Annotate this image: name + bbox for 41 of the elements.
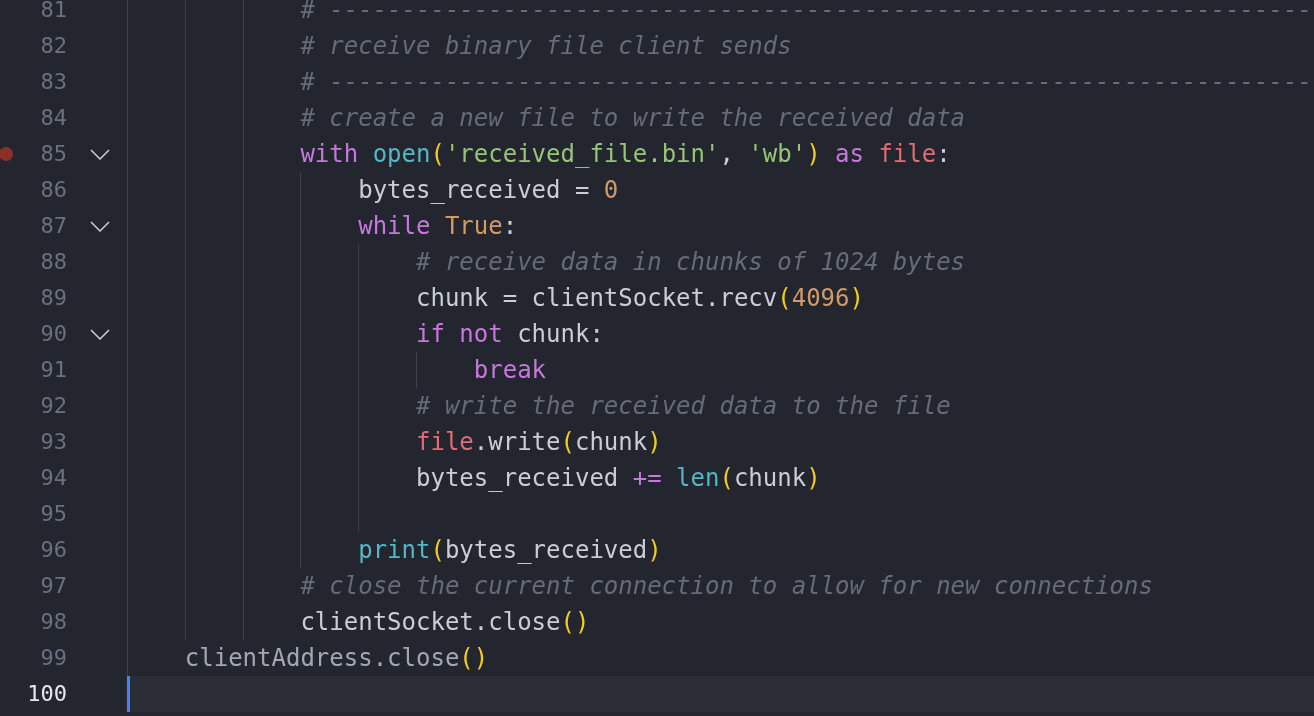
code-line: # create a new file to write the received data — [300, 103, 966, 134]
code-line: # close the current connection to allow for new connections — [300, 571, 1153, 602]
line-number: 97 — [39, 572, 67, 600]
line-number: 91 — [39, 356, 67, 384]
code-line: file.write(chunk) — [416, 427, 662, 458]
code-line: if not chunk: — [416, 319, 604, 350]
chevron-down-icon[interactable] — [90, 328, 110, 340]
code-line: with open('received_file.bin', 'wb') as file: — [300, 139, 951, 170]
line-number: 99 — [39, 644, 67, 672]
code-line: # -------------------------------------------------------------------- — [300, 67, 1312, 98]
line-number: 85 — [39, 140, 67, 168]
line-number: 100 — [26, 680, 67, 708]
line-number: 90 — [39, 320, 67, 348]
code-line: # write the received data to the file — [416, 391, 951, 422]
line-number: 94 — [39, 464, 67, 492]
code-line: # -------------------------------------------------------------------- — [300, 0, 1312, 26]
line-number: 84 — [39, 104, 67, 132]
chevron-down-icon[interactable] — [90, 148, 110, 160]
line-number: 81 — [39, 0, 67, 24]
code-line: print(bytes_received) — [358, 535, 662, 566]
code-line: # receive binary file client sends — [300, 31, 792, 62]
code-line: bytes_received = 0 — [358, 175, 619, 206]
line-number: 86 — [39, 176, 67, 204]
code-line: clientAddress.close() — [184, 643, 489, 674]
line-number: 83 — [39, 68, 67, 96]
code-line: clientSocket.close() — [300, 607, 590, 638]
line-number: 98 — [39, 608, 67, 636]
code-line: bytes_received += len(chunk) — [416, 463, 821, 494]
line-number: 92 — [39, 392, 67, 420]
code-line: chunk = clientSocket.recv(4096) — [416, 283, 864, 314]
line-number: 88 — [39, 248, 67, 276]
line-number: 93 — [39, 428, 67, 456]
chevron-down-icon[interactable] — [90, 220, 110, 232]
line-number: 95 — [39, 500, 67, 528]
line-number: 87 — [39, 212, 67, 240]
line-number: 82 — [39, 32, 67, 60]
code-line: break — [473, 355, 547, 386]
line-number: 89 — [39, 284, 67, 312]
line-number: 96 — [39, 536, 67, 564]
code-line: # receive data in chunks of 1024 bytes — [416, 247, 966, 278]
code-line: while True: — [358, 211, 518, 242]
